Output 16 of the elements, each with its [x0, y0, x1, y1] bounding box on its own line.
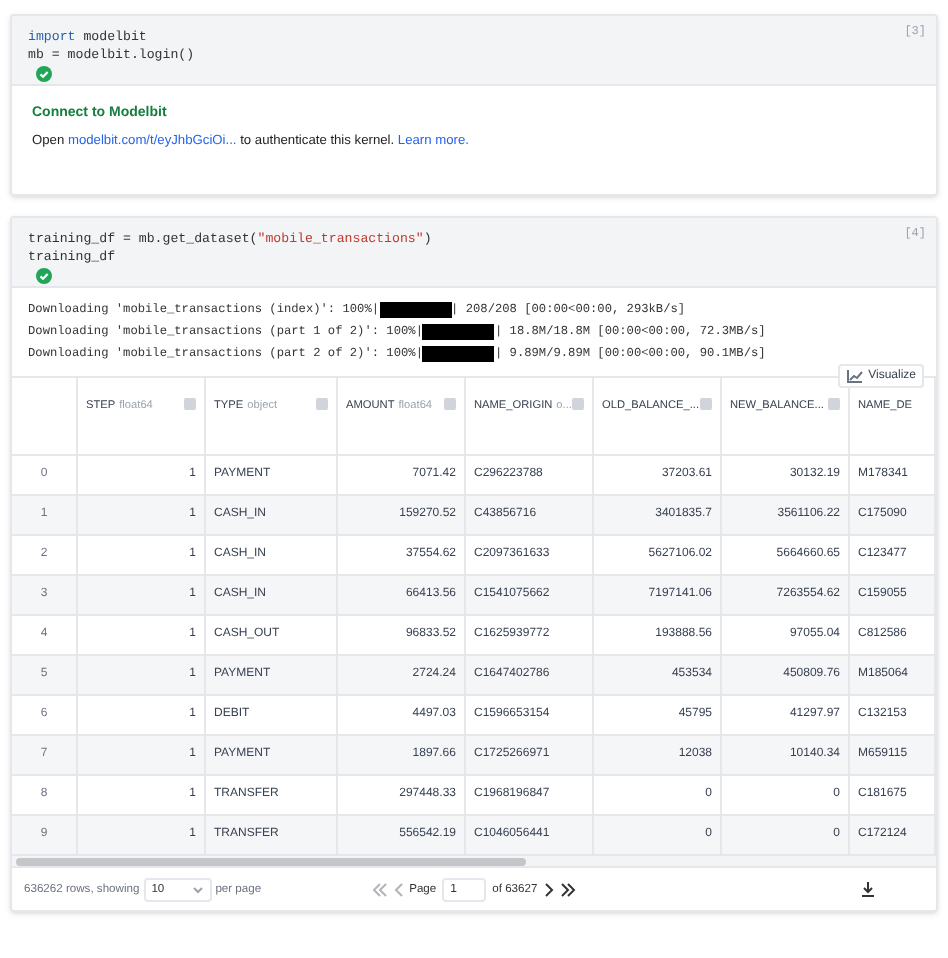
- next-page-icon[interactable]: [543, 881, 554, 898]
- filter-icon[interactable]: [316, 398, 328, 411]
- filter-icon[interactable]: [828, 398, 840, 411]
- filter-icon[interactable]: [572, 398, 584, 411]
- filter-icon[interactable]: [184, 398, 196, 411]
- success-check-icon: [36, 268, 52, 285]
- filter-icon[interactable]: [444, 398, 456, 411]
- last-page-icon[interactable]: [559, 881, 576, 898]
- chevron-down-icon[interactable]: [191, 885, 204, 894]
- previous-page-icon[interactable]: [393, 881, 404, 898]
- success-check-icon: [36, 66, 52, 82]
- download-icon[interactable]: [860, 881, 876, 898]
- filter-icon[interactable]: [700, 398, 712, 411]
- scrollbar-thumb[interactable]: [16, 857, 526, 866]
- first-page-icon[interactable]: [371, 881, 388, 898]
- chart-icon: [846, 368, 865, 385]
